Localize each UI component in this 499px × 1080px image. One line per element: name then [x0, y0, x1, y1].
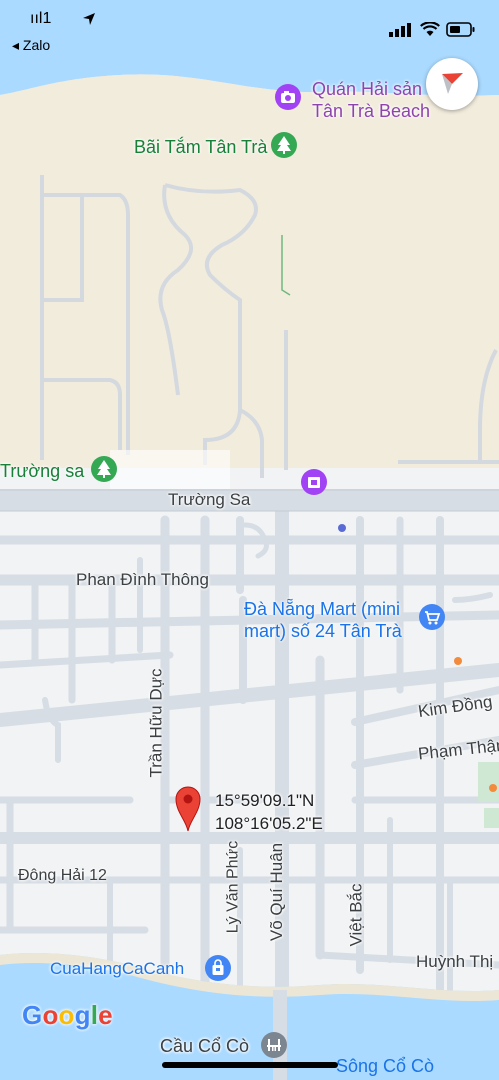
poi-bridge-label[interactable]: Cầu Cổ Cò [160, 1036, 249, 1057]
green-area [484, 808, 499, 828]
beach-block [110, 450, 230, 490]
map-canvas[interactable] [0, 0, 499, 1080]
river-label: Sông Cổ Cò [336, 1056, 435, 1076]
compass-icon [442, 73, 463, 94]
road-label-vo-qui-huan: Võ Quí Huân [267, 842, 287, 942]
wifi-icon [420, 22, 440, 36]
bridge-icon[interactable] [260, 1031, 288, 1059]
poi-restaurant-line2: Tân Trà Beach [312, 101, 431, 121]
status-bar: ııl1 ◂ Zalo [0, 0, 499, 62]
cellular-signal-icon [389, 23, 411, 37]
road-label-phan-dinh-thong: Phan Đình Thông [76, 570, 209, 589]
poi-fish-shop-label[interactable]: CuaHangCaCanh [50, 958, 184, 980]
location-arrow-icon [83, 13, 95, 25]
pin-coordinates: 15°59'09.1"N 108°16'05.2"E [215, 789, 323, 835]
beach-area [0, 74, 499, 468]
poi-truong-sa-label[interactable]: Trường sa [0, 461, 84, 482]
location-dot [338, 524, 346, 532]
battery-icon [446, 22, 475, 37]
building-icon[interactable] [300, 468, 328, 496]
road-label-dong-hai-12: Đông Hải 12 [18, 867, 107, 884]
road-label-viet-bac: Việt Bắc [346, 883, 366, 947]
tree-icon[interactable] [90, 455, 118, 483]
road-label-ly-van-phuc: Lý Văn Phức [224, 840, 242, 934]
camera-icon[interactable] [274, 83, 302, 111]
home-indicator[interactable] [162, 1062, 338, 1068]
poi-mart-line1: Đà Nẵng Mart (mini [244, 599, 401, 619]
shopping-cart-icon[interactable] [418, 603, 446, 631]
road-label-tran-huu-duc: Trần Hữu Dực [146, 668, 166, 778]
poi-restaurant-line1: Quán Hải sản [312, 79, 423, 99]
pin-longitude: 108°16'05.2"E [215, 814, 323, 833]
road-label-huynh-thi: Huỳnh Thị [416, 952, 494, 971]
poi-mart-label[interactable]: Đà Nẵng Mart (mini mart) số 24 Tân Trà [244, 598, 402, 642]
poi-beach-label[interactable]: Bãi Tắm Tân Trà [134, 137, 267, 158]
back-to-app-link[interactable]: ◂ Zalo [12, 37, 50, 54]
poi-dot[interactable] [454, 657, 462, 665]
poi-dot[interactable] [489, 784, 497, 792]
poi-restaurant-label[interactable]: Quán Hải sản Tân Trà Beach [312, 78, 430, 122]
location-pin-icon[interactable] [174, 784, 202, 832]
carrier-signal: ııl1 [30, 10, 52, 27]
pin-latitude: 15°59'09.1"N [215, 791, 315, 810]
google-logo: Google [22, 1000, 113, 1030]
road-label-truong-sa: Trường Sa [168, 490, 251, 509]
tree-icon[interactable] [270, 131, 298, 159]
shopping-bag-icon[interactable] [204, 954, 232, 982]
green-area [478, 762, 499, 802]
poi-mart-line2: mart) số 24 Tân Trà [244, 621, 402, 641]
compass-button[interactable] [426, 58, 478, 110]
